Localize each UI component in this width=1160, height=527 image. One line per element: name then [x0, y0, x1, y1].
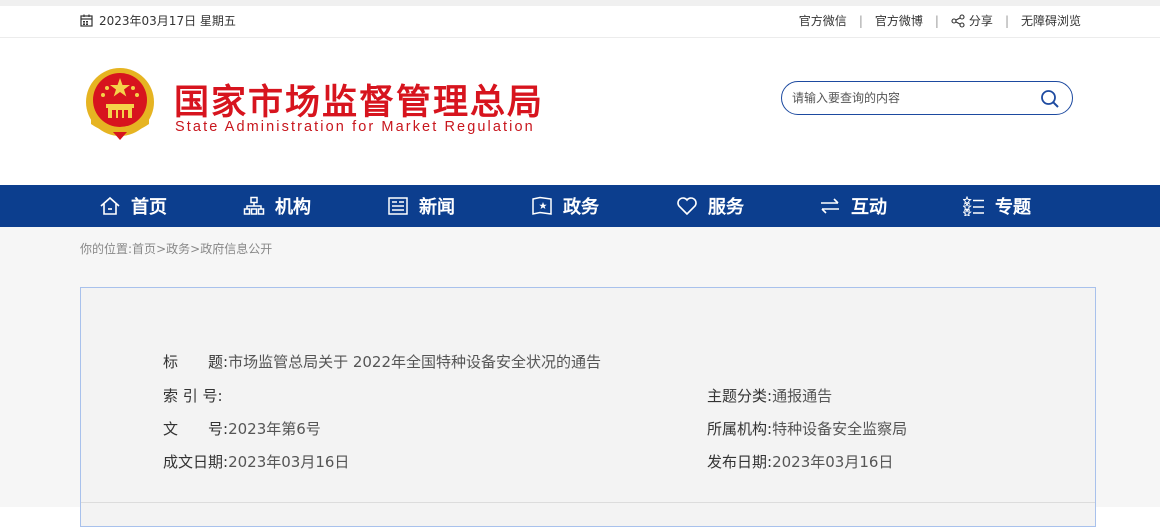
site-subtitle: State Administration for Market Regulati… [175, 119, 535, 135]
calendar-icon [80, 14, 93, 27]
affairs-icon [532, 196, 552, 215]
wechat-link[interactable]: 官方微信 [799, 12, 847, 29]
nav-home[interactable]: 首页 [99, 185, 167, 227]
info-created-label: 成文日期: [163, 453, 229, 471]
top-links: 官方微信 | 官方微博 | 分享 | 无障碍浏览 [799, 12, 1081, 29]
breadcrumb-sep: > [190, 242, 201, 256]
info-category-label: 主题分类: [707, 387, 773, 405]
search-input[interactable] [792, 89, 1032, 107]
divider: | [858, 13, 863, 28]
info-title-label: 标 题: [163, 353, 229, 371]
info-index-row: 索 引 号: [163, 385, 223, 406]
main-content: 你的位置:首页>政务>政府信息公开 标 题:市场监管总局关于 2022年全国特种… [0, 227, 1160, 527]
document-info-card: 标 题:市场监管总局关于 2022年全国特种设备安全状况的通告 索 引 号: 文… [80, 287, 1096, 527]
share-icon [951, 13, 965, 28]
heart-icon [677, 197, 697, 216]
breadcrumb-gov-info[interactable]: 政府信息公开 [200, 242, 272, 256]
nav-label: 机构 [275, 197, 311, 218]
nav-label: 首页 [131, 197, 167, 218]
info-doc-number-label: 文 号: [163, 420, 229, 438]
accessibility-link[interactable]: 无障碍浏览 [1021, 12, 1081, 29]
info-doc-number-value: 2023年第6号 [228, 420, 321, 438]
info-category-row: 主题分类:通报通告 [707, 385, 832, 406]
breadcrumb: 你的位置:首页>政务>政府信息公开 [80, 240, 272, 257]
nav-label: 服务 [708, 197, 744, 218]
nav-affairs[interactable]: 政务 [531, 185, 599, 227]
breadcrumb-affairs[interactable]: 政务 [166, 242, 190, 256]
org-icon [243, 196, 265, 215]
search-box [781, 81, 1073, 115]
info-category-value: 通报通告 [772, 387, 833, 405]
info-published-value: 2023年03月16日 [772, 453, 894, 471]
nav-topics[interactable]: 专题 [963, 185, 1031, 227]
info-doc-number-row: 文 号:2023年第6号 [163, 418, 321, 439]
info-published-row: 发布日期:2023年03月16日 [707, 451, 893, 472]
info-title-value: 市场监管总局关于 2022年全国特种设备安全状况的通告 [228, 353, 602, 371]
share-label: 分享 [968, 14, 993, 28]
share-link[interactable]: 分享 [951, 12, 993, 29]
date-text: 2023年03月17日 星期五 [99, 14, 236, 28]
site-title[interactable]: 国家市场监督管理总局 [174, 74, 544, 125]
info-org-row: 所属机构:特种设备安全监察局 [707, 418, 907, 439]
breadcrumb-sep: > [156, 242, 167, 256]
nav-label: 互动 [851, 197, 887, 218]
nav-services[interactable]: 服务 [676, 185, 744, 227]
nav-label: 政务 [563, 197, 599, 218]
date-display: 2023年03月17日 星期五 [80, 12, 236, 29]
main-nav: 首页 机构 新闻 政务 服务 互动 专题 [0, 185, 1160, 227]
info-index-label: 索 引 号: [163, 387, 223, 405]
topic-icon [963, 196, 984, 216]
breadcrumb-prefix: 你的位置: [80, 242, 133, 256]
home-icon [100, 196, 120, 215]
card-divider [81, 502, 1095, 503]
divider: | [1004, 13, 1009, 28]
info-created-value: 2023年03月16日 [228, 453, 350, 471]
info-org-label: 所属机构: [707, 420, 773, 438]
top-bar: 2023年03月17日 星期五 官方微信 | 官方微博 | 分享 | 无障碍浏览 [0, 0, 1160, 38]
exchange-icon [821, 198, 839, 214]
nav-label: 新闻 [419, 197, 455, 218]
weibo-link[interactable]: 官方微博 [875, 12, 923, 29]
national-emblem-icon[interactable] [83, 66, 157, 142]
info-org-value: 特种设备安全监察局 [772, 420, 908, 438]
info-created-row: 成文日期:2023年03月16日 [163, 451, 349, 472]
breadcrumb-home[interactable]: 首页 [132, 242, 156, 256]
info-published-label: 发布日期: [707, 453, 773, 471]
divider: | [934, 13, 939, 28]
news-icon [388, 197, 408, 215]
nav-news[interactable]: 新闻 [387, 185, 455, 227]
nav-interaction[interactable]: 互动 [819, 185, 887, 227]
nav-label: 专题 [995, 197, 1031, 218]
nav-organization[interactable]: 机构 [243, 185, 311, 227]
info-title-row: 标 题:市场监管总局关于 2022年全国特种设备安全状况的通告 [163, 351, 601, 372]
site-header: 国家市场监督管理总局 State Administration for Mark… [0, 38, 1160, 185]
search-icon[interactable] [1040, 89, 1060, 109]
